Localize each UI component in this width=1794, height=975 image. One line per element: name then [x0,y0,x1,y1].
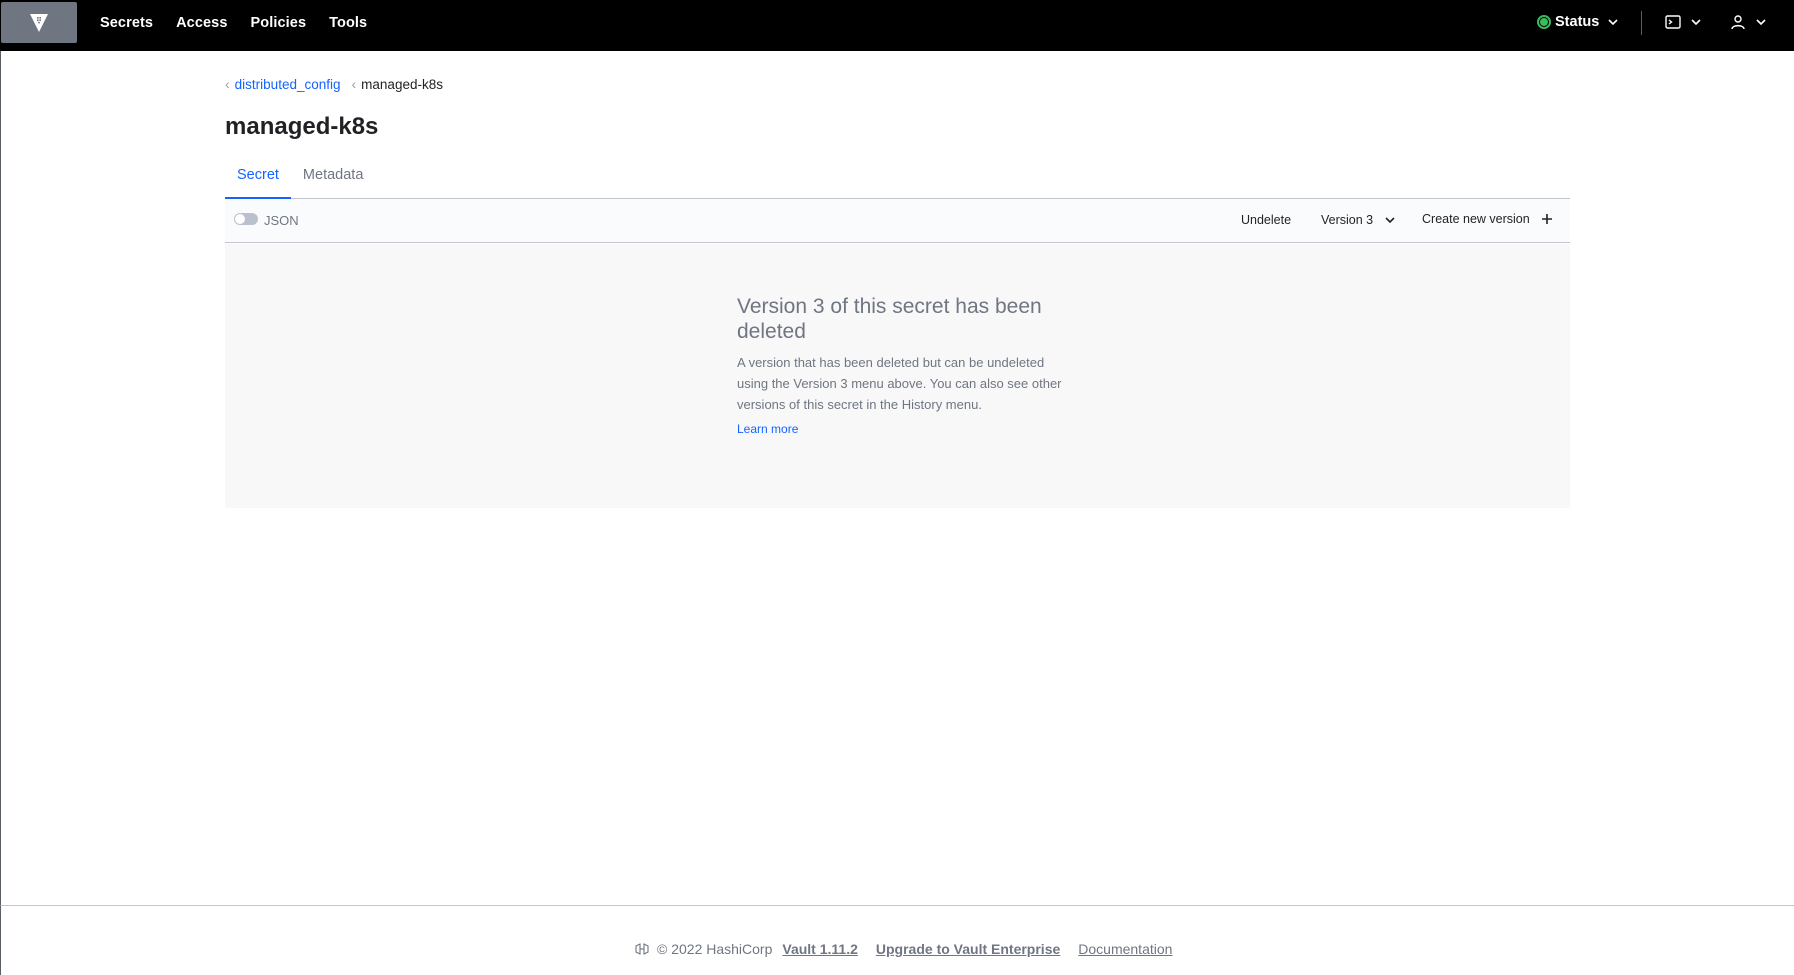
empty-state-message: A version that has been deleted but can … [737,355,1062,412]
undelete-label: Undelete [1241,213,1292,227]
secret-toolbar: JSON Undelete Version 3 Create new versi… [225,199,1570,243]
empty-state-title: Version 3 of this secret has been delete… [737,295,1042,343]
terminal-icon [1665,15,1681,29]
plus-icon [1541,214,1552,224]
chevron-left-icon: ‹ [225,76,230,92]
tab-secret[interactable]: Secret [225,157,291,199]
nav-policies[interactable]: Policies [251,15,307,31]
chevron-down-icon [1385,217,1395,224]
empty-state: Version 3 of this secret has been delete… [737,294,1067,438]
breadcrumb: ‹ distributed_config ‹ managed-k8s [225,76,443,92]
undelete-button[interactable]: Undelete [1241,213,1291,227]
nav-divider [1641,11,1642,35]
version-dropdown[interactable]: Version 3 [1321,213,1396,227]
create-new-version-label: Create new version [1422,212,1530,226]
main-nav-links: Secrets Access Policies Tools [100,0,367,46]
user-menu-button[interactable] [1730,14,1767,30]
tab-metadata[interactable]: Metadata [291,157,375,199]
breadcrumb-parent-link[interactable]: distributed_config [235,77,341,92]
status-ok-icon [1537,15,1551,29]
json-toggle-label: JSON [264,213,299,228]
footer-row: © 2022 HashiCorp Vault 1.11.2 Upgrade to… [635,941,1190,957]
user-icon [1731,15,1745,30]
vault-version-link[interactable]: Vault 1.11.2 [782,941,858,957]
deleted-version-panel: Version 3 of this secret has been delete… [225,244,1570,508]
footer-copyright: © 2022 HashiCorp [657,941,773,957]
upgrade-enterprise-link[interactable]: Upgrade to Vault Enterprise [876,941,1060,957]
status-label: Status [1555,14,1600,30]
vault-logo-icon[interactable] [1,2,77,43]
secret-tabs: Secret Metadata [225,157,1570,199]
breadcrumb-current: managed-k8s [361,76,443,92]
page-title: managed-k8s [225,113,379,140]
json-toggle[interactable] [234,213,258,225]
chevron-down-icon [1756,19,1766,26]
nav-tools[interactable]: Tools [329,15,367,31]
version-label: Version 3 [1321,213,1374,227]
chevron-down-icon [1691,19,1701,26]
console-menu-button[interactable] [1665,14,1702,30]
footer: © 2022 HashiCorp Vault 1.11.2 Upgrade to… [0,905,1794,975]
hashicorp-logo-icon [635,942,649,956]
documentation-link[interactable]: Documentation [1078,941,1172,957]
chevron-down-icon [1608,19,1618,26]
chevron-left-icon: ‹ [351,76,357,92]
status-menu-button[interactable]: Status [1537,14,1619,30]
nav-secrets[interactable]: Secrets [100,15,153,31]
learn-more-link[interactable]: Learn more [737,422,798,436]
nav-access[interactable]: Access [176,15,227,31]
top-navigation: Secrets Access Policies Tools Status [0,0,1794,51]
create-new-version-button[interactable]: Create new version [1422,212,1553,226]
